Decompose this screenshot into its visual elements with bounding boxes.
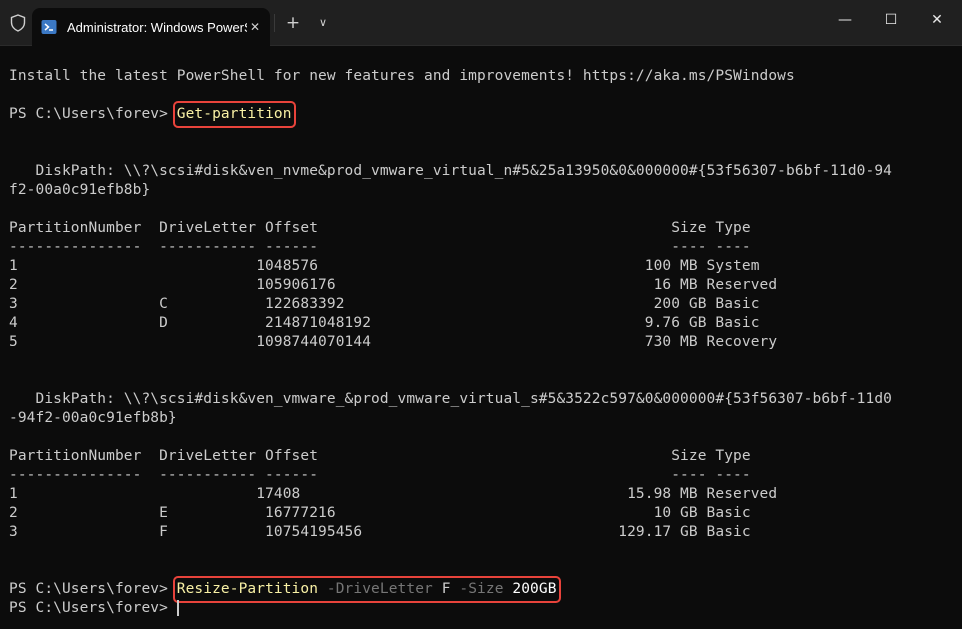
disk2-path-line1: DiskPath: \\?\scsi#disk&ven_vmware_&prod… [9, 391, 892, 407]
disk2-path-line2: -94f2-00a0c91efb8b} [9, 410, 177, 426]
parameter-drive-letter: -DriveLetter [326, 581, 433, 597]
disk1-table-divider: --------------- ----------- ------ ---- … [9, 239, 751, 255]
prompt: PS C:\Users\forev> [9, 106, 177, 122]
table-row: 1 1048576 100 MB System [9, 258, 760, 274]
text-cursor [176, 600, 179, 616]
minimize-button[interactable]: — [822, 0, 868, 40]
prompt-line-get-partition: PS C:\Users\forev> Get-partition [9, 101, 962, 128]
table-row: 2 105906176 16 MB Reserved [9, 277, 778, 293]
size-value: 200GB [512, 581, 557, 597]
resize-partition-command: Resize-Partition -DriveLetter F -Size 20… [172, 576, 561, 603]
table-row: 2 E 16777216 10 GB Basic [9, 505, 751, 521]
tab-powershell[interactable]: Administrator: Windows PowerShell ✕ [32, 8, 270, 46]
tab-title: Administrator: Windows PowerShell [67, 20, 263, 35]
table-row: 1 17408 15.98 MB Reserved [9, 486, 778, 502]
table-row: 3 F 10754195456 129.17 GB Basic [9, 524, 751, 540]
disk1-path-line2: f2-00a0c91efb8b} [9, 182, 151, 198]
disk1-table-header: PartitionNumber DriveLetter Offset Size … [9, 220, 751, 236]
get-partition-command: Get-partition [172, 101, 296, 128]
install-message: Install the latest PowerShell for new fe… [9, 68, 795, 84]
parameter-size: -Size [459, 581, 504, 597]
disk1-path-line1: DiskPath: \\?\scsi#disk&ven_nvme&prod_vm… [9, 163, 892, 179]
table-row: 4 D 214871048192 9.76 GB Basic [9, 315, 760, 331]
terminal-output[interactable]: Install the latest PowerShell for new fe… [9, 67, 962, 618]
maximize-button[interactable]: ☐ [868, 0, 914, 40]
prompt: PS C:\Users\forev> [9, 600, 177, 616]
new-tab-button[interactable]: + [283, 12, 303, 34]
disk2-table-header: PartitionNumber DriveLetter Offset Size … [9, 448, 751, 464]
prompt: PS C:\Users\forev> [9, 581, 177, 597]
table-row: 3 C 122683392 200 GB Basic [9, 296, 760, 312]
prompt-line-resize-partition: PS C:\Users\forev> Resize-Partition -Dri… [9, 576, 962, 603]
command-name: Resize-Partition [176, 581, 319, 597]
tab-close-icon[interactable]: ✕ [247, 19, 263, 35]
tab-separator [274, 14, 275, 32]
chevron-down-icon[interactable]: ∨ [313, 12, 333, 34]
powershell-icon [41, 20, 57, 34]
disk2-table-divider: --------------- ----------- ------ ---- … [9, 467, 751, 483]
close-window-button[interactable]: ✕ [914, 0, 960, 40]
drive-letter-value: F [441, 581, 451, 597]
shield-icon [10, 14, 26, 32]
table-row: 5 1098744070144 730 MB Recovery [9, 334, 778, 350]
title-bar: Administrator: Windows PowerShell ✕ + ∨ … [0, 0, 962, 46]
prompt-line-current[interactable]: PS C:\Users\forev> [9, 599, 962, 618]
